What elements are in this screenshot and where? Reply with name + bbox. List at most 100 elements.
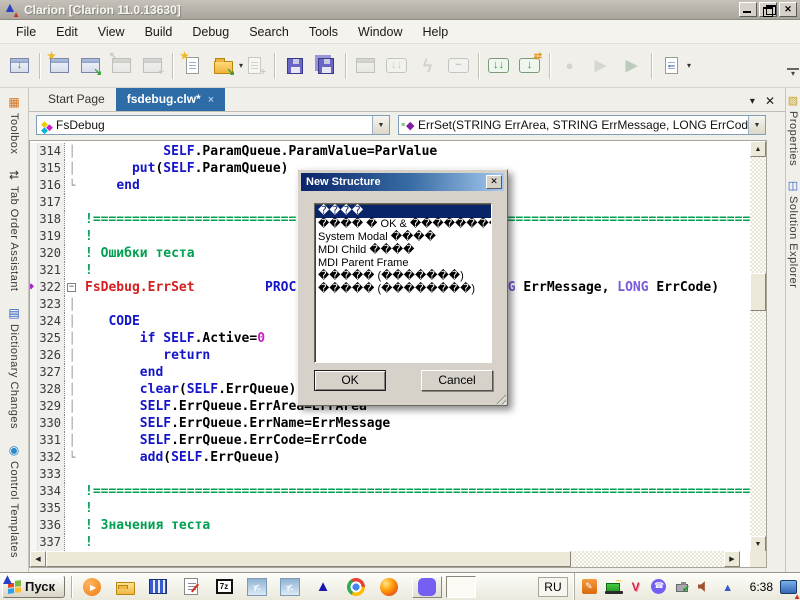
code-line[interactable]: 332└ add(SELF.ErrQueue) [30, 449, 750, 466]
close-window-button[interactable] [352, 52, 379, 79]
structure-list-item[interactable]: System Modal ���� [315, 231, 491, 244]
network-tray-icon[interactable] [605, 579, 621, 595]
file-manager-icon[interactable] [147, 576, 169, 598]
dialog-title-bar[interactable]: New Structure ✕ [301, 173, 504, 191]
close-button[interactable] [779, 2, 797, 17]
class-combobox[interactable]: ◆ ◆ ◆ FsDebug ▼ [36, 115, 390, 135]
structure-list-item[interactable]: ����� (�������) [315, 270, 491, 283]
menu-item-file[interactable]: File [6, 21, 46, 43]
member-combobox-arrow-icon[interactable]: ▼ [748, 116, 765, 134]
rail-item-control-templates[interactable]: ◉Control Templates [0, 436, 28, 565]
taskbar-clock[interactable]: 6:38 [743, 580, 780, 594]
horizontal-scroll-thumb[interactable] [46, 551, 571, 567]
volume-tray-icon[interactable] [697, 579, 713, 595]
tab-start-page[interactable]: Start Page [37, 88, 116, 111]
code-line[interactable]: 314│ SELF.ParamQueue.ParamValue=ParValue [30, 143, 750, 160]
minimize-button[interactable] [739, 2, 757, 17]
rail-item-dictionary-changes[interactable]: ▤Dictionary Changes [0, 299, 28, 436]
menu-item-view[interactable]: View [88, 21, 135, 43]
menu-item-tools[interactable]: Tools [299, 21, 348, 43]
notepad-icon[interactable] [180, 576, 202, 598]
menu-item-search[interactable]: Search [239, 21, 299, 43]
java-tray-icon[interactable] [582, 579, 598, 595]
run-button[interactable]: ▶ [618, 52, 645, 79]
tab-close-icon[interactable]: × [208, 94, 214, 106]
structure-list-item[interactable]: ����� (��������) [315, 283, 491, 296]
scroll-down-icon[interactable]: ▼ [750, 536, 766, 552]
scroll-left-icon[interactable]: ◀ [30, 551, 46, 567]
class-combobox-arrow-icon[interactable]: ▼ [372, 116, 389, 134]
restore-button[interactable] [759, 2, 777, 17]
code-line[interactable]: 335! [30, 500, 750, 517]
structure-list-item[interactable]: MDI Child ���� [315, 244, 491, 257]
add-file-button[interactable]: + [241, 52, 268, 79]
ok-button[interactable]: OK [314, 370, 386, 391]
save-all-button[interactable] [312, 52, 339, 79]
menu-item-window[interactable]: Window [348, 21, 412, 43]
vertical-scroll-thumb[interactable] [750, 273, 766, 311]
utility-tray-icon[interactable] [720, 579, 736, 595]
new-file-button[interactable]: ★ [179, 52, 206, 79]
antivirus-tray-icon[interactable] [628, 579, 644, 595]
viber-taskbar-button[interactable] [412, 576, 442, 598]
open-window-button[interactable]: ↘ [77, 52, 104, 79]
menu-item-build[interactable]: Build [135, 21, 183, 43]
folder-icon[interactable] [114, 576, 136, 598]
scroll-up-icon[interactable]: ▲ [750, 141, 766, 157]
usb-tray-icon[interactable] [674, 579, 690, 595]
export-window-button[interactable]: ↖ [108, 52, 135, 79]
code-line[interactable]: 331│ SELF.ErrQueue.ErrCode=ErrCode [30, 432, 750, 449]
code-line[interactable]: 337! [30, 534, 750, 551]
tab-fsdebug-clw-[interactable]: fsdebug.clw*× [116, 88, 225, 111]
save-button[interactable] [281, 52, 308, 79]
structure-list-item[interactable]: ���� � OK & ��������� [315, 218, 491, 231]
open-file-button[interactable]: ↘▾ [210, 52, 237, 79]
member-combobox[interactable]: ≡ ◆ ErrSet(STRING ErrArea, STRING ErrMes… [398, 115, 766, 135]
code-line[interactable]: 333 [30, 466, 750, 483]
7zip-icon[interactable] [213, 576, 235, 598]
start-without-debug-button[interactable]: ▶ [587, 52, 614, 79]
structure-listbox[interactable]: �������� � OK & ���������System Modal ��… [314, 203, 492, 363]
media-player-icon[interactable] [81, 576, 103, 598]
import-window-button[interactable]: ↓ [6, 52, 33, 79]
toolbar-overflow-icon[interactable]: ▾ [787, 68, 799, 78]
chrome-icon[interactable] [345, 576, 367, 598]
menu-item-edit[interactable]: Edit [46, 21, 88, 43]
language-indicator[interactable]: RU [538, 577, 567, 597]
tab-list-chevron-icon[interactable]: ▾ [744, 92, 761, 111]
scroll-right-icon[interactable]: ▶ [724, 551, 740, 567]
code-line[interactable]: 330│ SELF.ErrQueue.ErrName=ErrMessage [30, 415, 750, 432]
clarion-taskbar-button[interactable] [446, 576, 476, 598]
debug-button[interactable]: ● [556, 52, 583, 79]
viber-tray-icon[interactable] [651, 579, 667, 595]
dialog-close-icon[interactable]: ✕ [486, 175, 502, 189]
generate-button[interactable]: ↓↓ [383, 52, 410, 79]
clarion-triangle-icon[interactable] [312, 576, 334, 598]
menu-item-help[interactable]: Help [412, 21, 458, 43]
cancel-button[interactable]: Cancel [421, 370, 493, 391]
structure-list-item[interactable]: ���� [315, 205, 491, 218]
dialog-resize-grip[interactable] [494, 392, 506, 404]
rail-item-solution-explorer[interactable]: ◫Solution Explorer [786, 173, 800, 295]
horizontal-scrollbar[interactable]: ◀ ▶ [30, 551, 740, 567]
structure-list-item[interactable]: MDI Parent Frame [315, 257, 491, 270]
rail-item-properties[interactable]: ▨Properties [786, 88, 800, 173]
fold-toggle-icon[interactable]: − [67, 283, 76, 292]
tab-close-icon[interactable]: ✕ [761, 91, 785, 111]
build-button[interactable]: ϟ [414, 52, 441, 79]
code-line[interactable]: 334!====================================… [30, 483, 750, 500]
generate-refresh-button[interactable]: ↓⇄ [516, 52, 543, 79]
view-source-button[interactable]: ←▾ [658, 52, 685, 79]
airplane-icon-2[interactable] [279, 576, 301, 598]
vertical-scrollbar[interactable]: ▲ ▼ [750, 141, 766, 552]
rail-item-tab-order-assistant[interactable]: ⇄Tab Order Assistant [0, 161, 28, 299]
new-window-button[interactable]: ★ [46, 52, 73, 79]
menu-item-debug[interactable]: Debug [182, 21, 239, 43]
code-line[interactable]: 336! Значения теста [30, 517, 750, 534]
dropdown-arrow-icon[interactable]: ▾ [687, 61, 691, 70]
generate-all-button[interactable]: ↓↓ [485, 52, 512, 79]
firefox-icon[interactable] [378, 576, 400, 598]
remove-generated-button[interactable]: − [445, 52, 472, 79]
add-window-button[interactable]: + [139, 52, 166, 79]
airplane-icon-1[interactable] [246, 576, 268, 598]
